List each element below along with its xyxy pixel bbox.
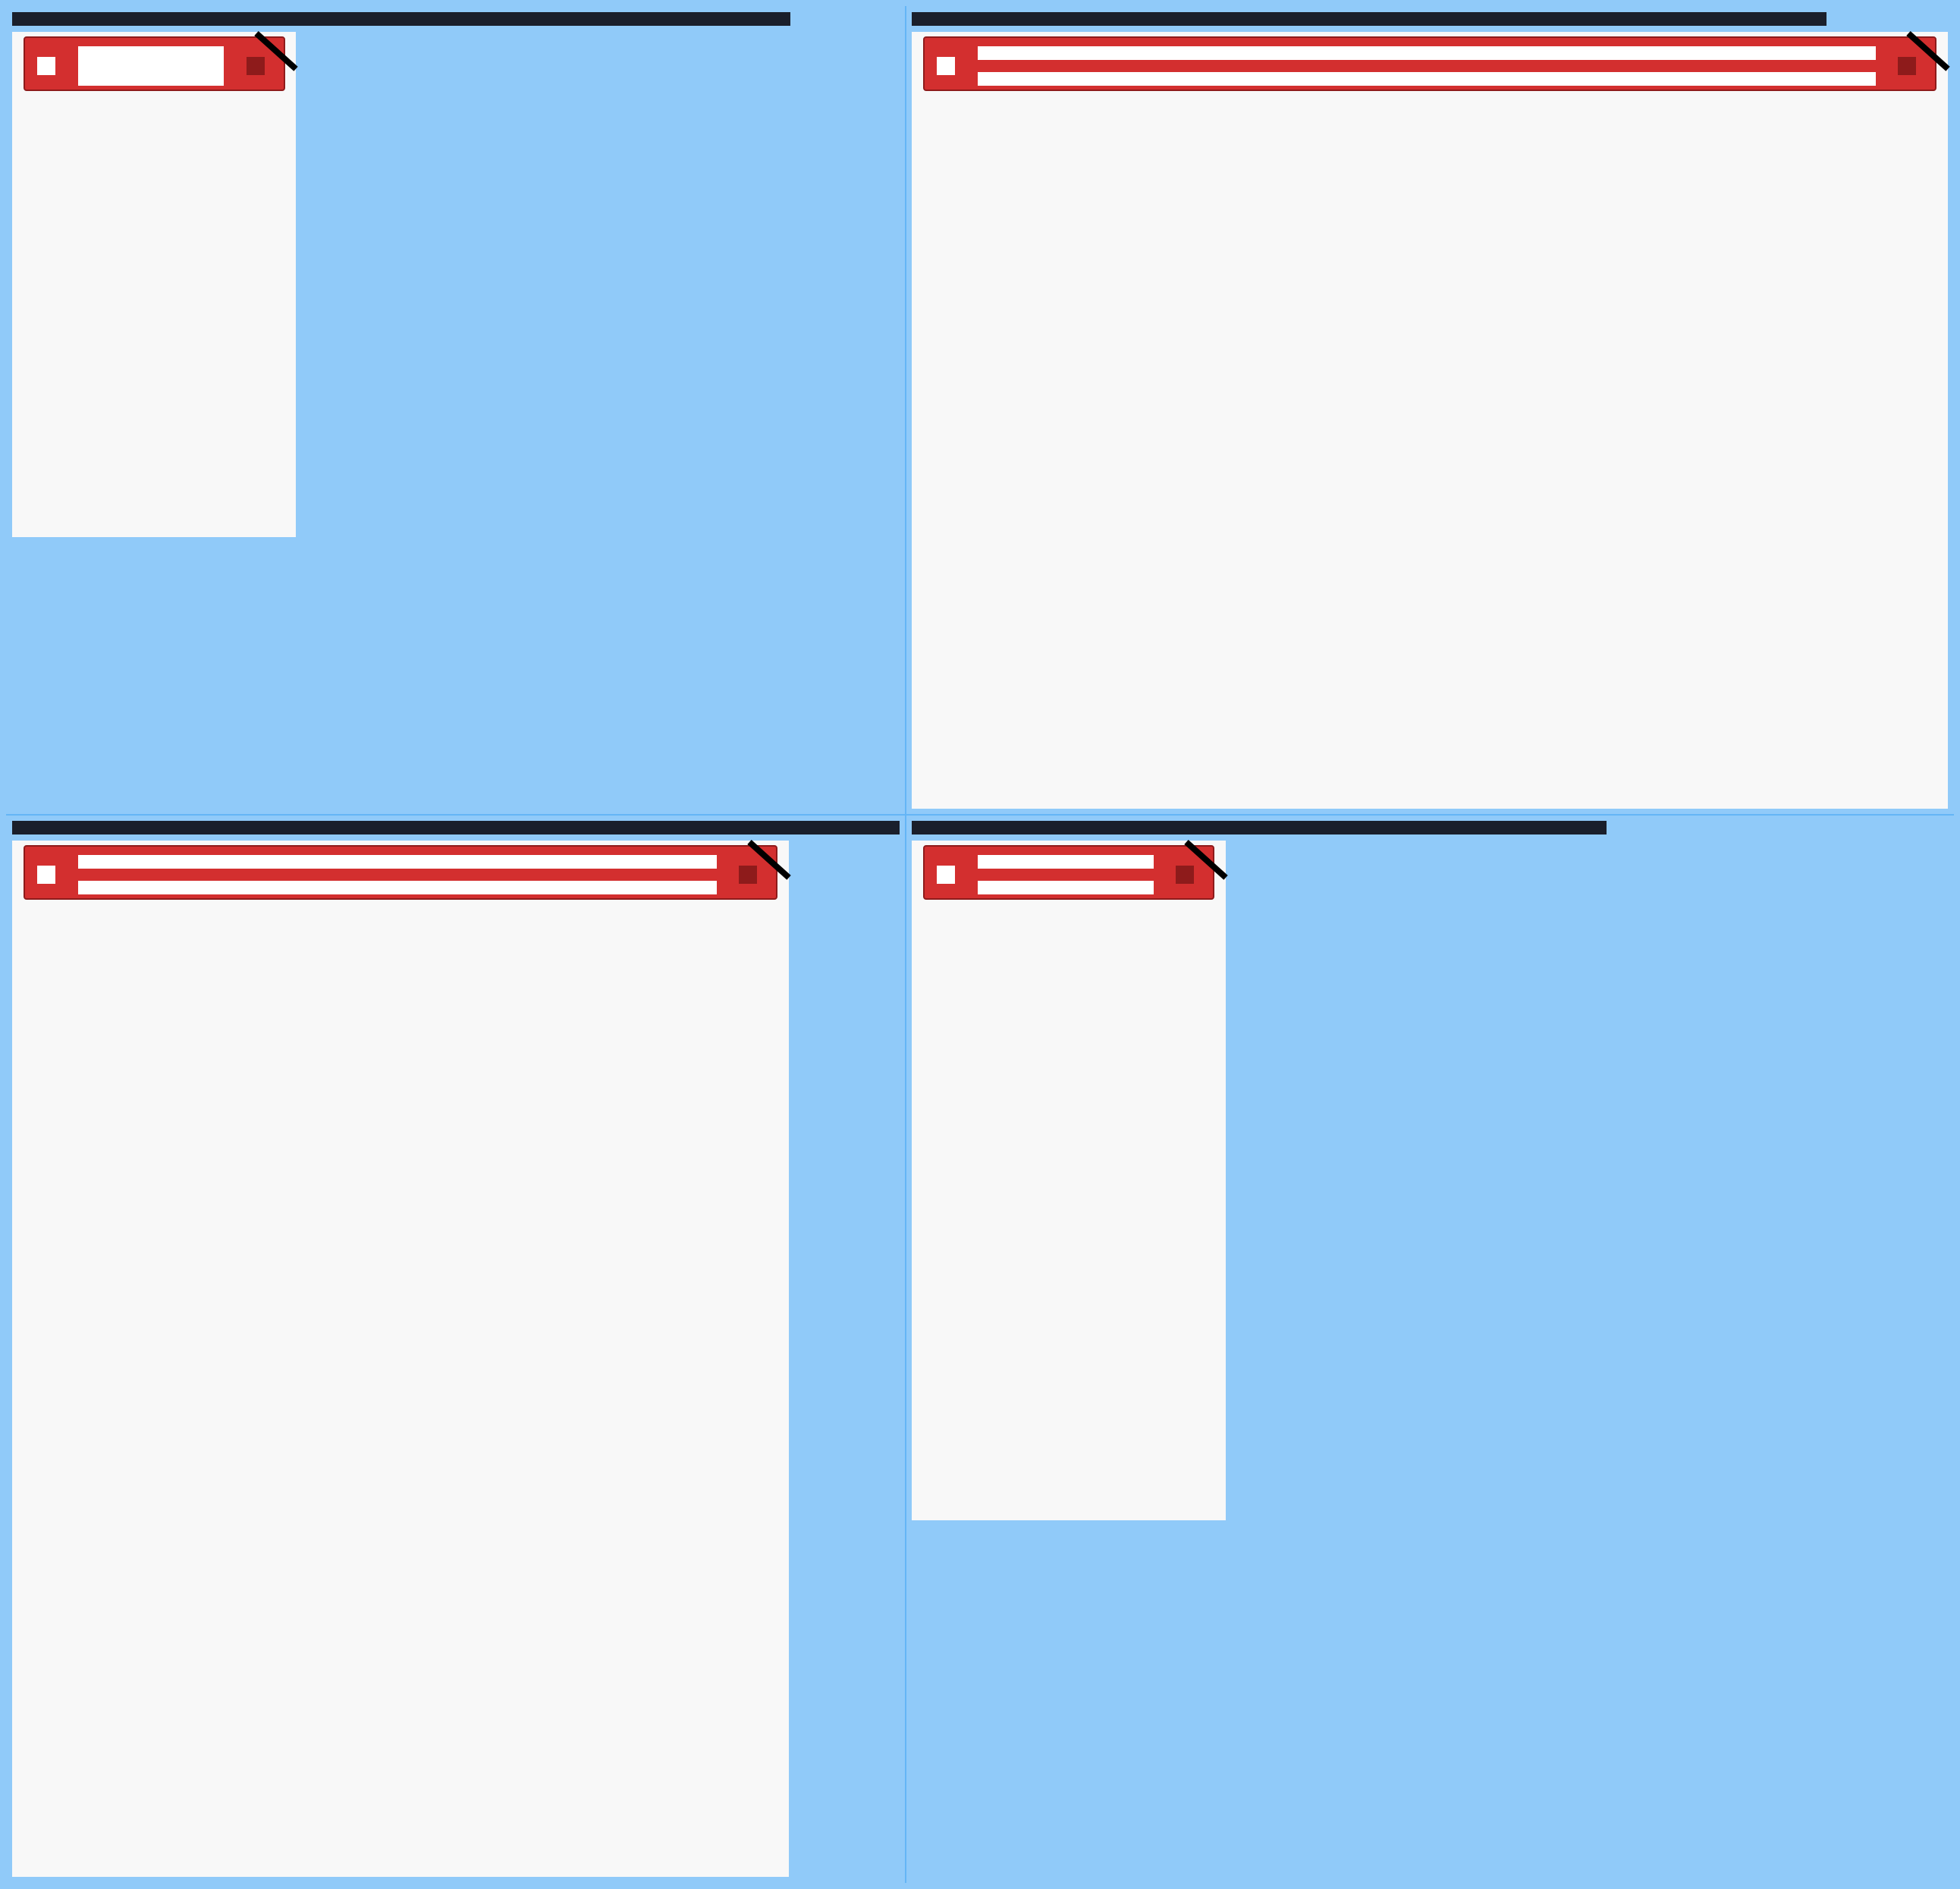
text-field[interactable]	[78, 855, 717, 894]
field-placeholder	[978, 881, 1154, 894]
text-field[interactable]	[978, 46, 1876, 86]
text-field[interactable]	[978, 855, 1154, 894]
checkbox-icon[interactable]	[937, 57, 955, 75]
title-bar[interactable]	[912, 12, 1827, 26]
title-bar[interactable]	[12, 821, 900, 834]
horizontal-pane-divider[interactable]	[6, 814, 1954, 816]
toolbar	[24, 845, 777, 900]
field-value	[978, 46, 1876, 60]
title-bar[interactable]	[912, 821, 1607, 834]
toolbar	[923, 845, 1214, 900]
field-value	[78, 855, 717, 869]
text-field[interactable]	[78, 46, 224, 86]
window-bottom-right	[912, 840, 1228, 1520]
field-value	[78, 46, 224, 86]
toolbar	[923, 36, 1936, 91]
stop-icon[interactable]	[247, 57, 265, 75]
checkbox-icon[interactable]	[37, 866, 55, 884]
toolbar	[24, 36, 285, 91]
window-bottom-left	[12, 840, 791, 1877]
field-placeholder	[978, 72, 1876, 86]
checkbox-icon[interactable]	[937, 866, 955, 884]
window-top-right	[912, 31, 1950, 809]
field-value	[978, 855, 1154, 869]
title-bar[interactable]	[12, 12, 790, 26]
checkbox-icon[interactable]	[37, 57, 55, 75]
window-top-left	[12, 31, 298, 537]
stop-icon[interactable]	[1176, 866, 1194, 884]
field-placeholder	[78, 881, 717, 894]
stop-icon[interactable]	[739, 866, 757, 884]
stop-icon[interactable]	[1898, 57, 1916, 75]
vertical-pane-divider[interactable]	[905, 6, 906, 1883]
